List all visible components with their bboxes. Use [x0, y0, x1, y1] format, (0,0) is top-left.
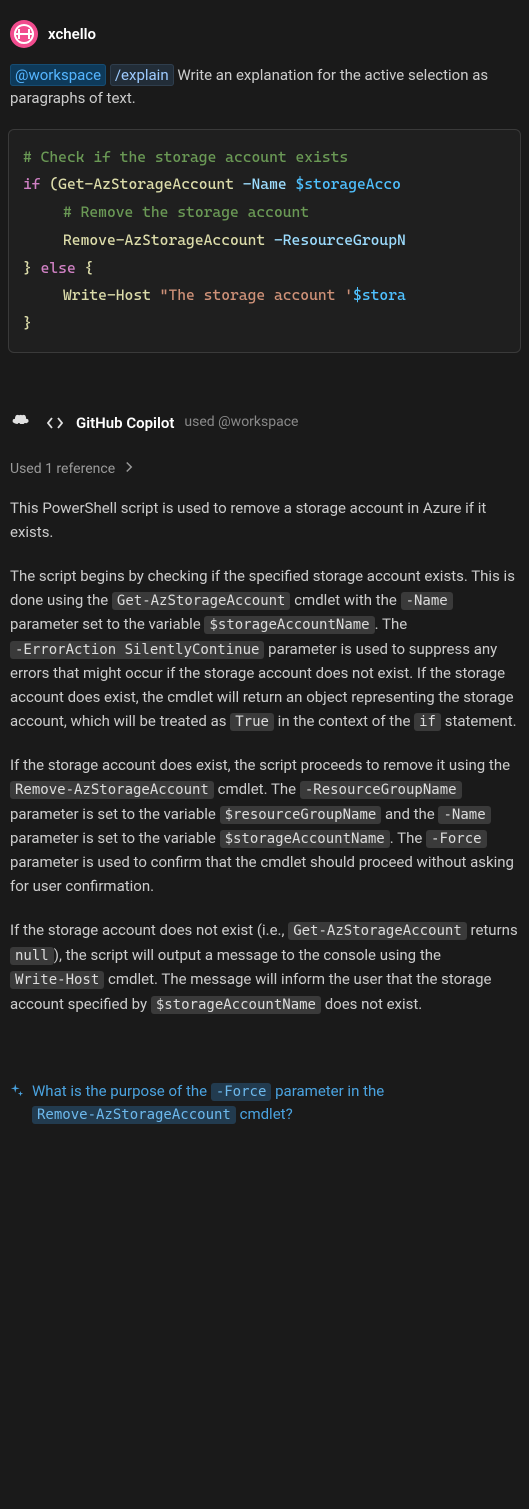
references-label: Used 1 reference — [10, 459, 115, 480]
sparkle-icon — [10, 1082, 24, 1105]
code-pill: Get-AzStorageAccount — [112, 592, 291, 610]
code-angle-icon — [44, 412, 66, 434]
followup-link[interactable]: What is the purpose of the -Force parame… — [32, 1080, 519, 1126]
references-toggle[interactable]: Used 1 reference — [8, 441, 521, 486]
explain-tag[interactable]: /explain — [110, 64, 174, 86]
code-keyword-if: if — [23, 175, 41, 193]
user-prompt: @workspace /explain Write an explanation… — [8, 60, 521, 123]
avatar — [10, 20, 38, 48]
explanation-body: This PowerShell script is used to remove… — [8, 486, 521, 1040]
copilot-header: GitHub Copilot used @workspace — [8, 393, 521, 441]
username: xchello — [48, 23, 96, 46]
copilot-icon — [10, 411, 34, 435]
code-block[interactable]: # Check if the storage account exists if… — [8, 129, 521, 353]
explanation-p4: If the storage account does not exist (i… — [10, 918, 519, 1016]
workspace-tag[interactable]: @workspace — [10, 64, 106, 86]
explanation-p2: The script begins by checking if the spe… — [10, 564, 519, 734]
used-workspace-label: used @workspace — [184, 412, 298, 433]
copilot-name: GitHub Copilot — [76, 412, 174, 435]
code-comment: # Check if the storage account exists — [23, 148, 348, 166]
explanation-p1: This PowerShell script is used to remove… — [10, 496, 519, 544]
code-variable: $storageAcco — [295, 175, 400, 193]
followup-suggestion[interactable]: What is the purpose of the -Force parame… — [8, 1040, 521, 1134]
explanation-p3: If the storage account does exist, the s… — [10, 753, 519, 898]
code-cmdlet: Get-AzStorageAccount — [58, 175, 234, 193]
chevron-right-icon — [123, 459, 135, 480]
user-header: xchello — [8, 8, 521, 60]
